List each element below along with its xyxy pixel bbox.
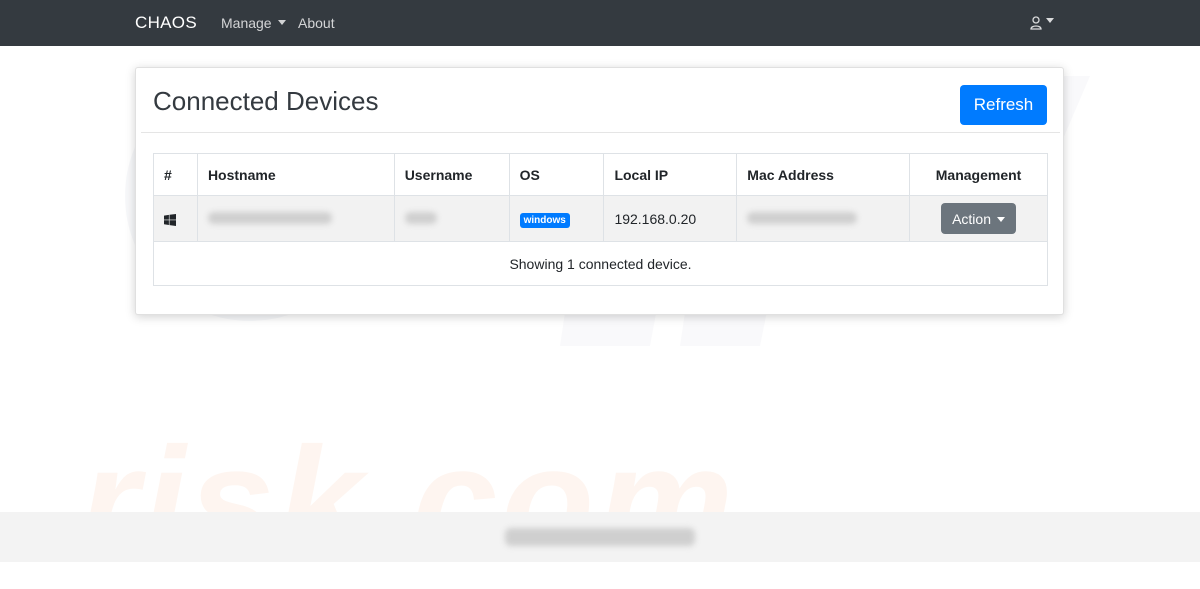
brand-logo[interactable]: CHAOS (135, 13, 197, 33)
management-cell: Action (909, 195, 1048, 242)
top-navbar: CHAOS Manage About (0, 0, 1200, 46)
username-cell (393, 195, 510, 242)
device-os-icon-cell (153, 195, 198, 242)
device-count-text: Showing 1 connected device. (153, 241, 1048, 286)
nav-about-link[interactable]: About (298, 15, 335, 31)
refresh-button[interactable]: Refresh (960, 85, 1047, 125)
column-header-index: # (153, 153, 198, 196)
page-title: Connected Devices (153, 86, 379, 116)
devices-card: Connected Devices Refresh # Hostname Use… (135, 67, 1064, 315)
mac-address-cell (736, 195, 911, 242)
user-icon (1030, 16, 1042, 30)
nav-manage-label: Manage (221, 15, 272, 31)
table-header-row: # Hostname Username OS Local IP Mac Addr… (153, 153, 1048, 196)
column-header-mac-address: Mac Address (736, 153, 911, 196)
divider (141, 132, 1060, 133)
redacted-footer-text (505, 528, 695, 546)
nav-manage-dropdown[interactable]: Manage (221, 15, 286, 31)
watermark-text: risk.com (80, 416, 738, 586)
column-header-local-ip: Local IP (603, 153, 738, 196)
action-dropdown-button[interactable]: Action (941, 203, 1017, 234)
redacted-mac-address (747, 211, 858, 224)
devices-table: # Hostname Username OS Local IP Mac Addr… (153, 153, 1048, 286)
action-button-label: Action (952, 210, 991, 227)
page-footer (0, 512, 1200, 562)
local-ip-cell: 192.168.0.20 (603, 195, 738, 242)
os-badge: windows (519, 212, 570, 228)
table-footer-row: Showing 1 connected device. (153, 241, 1048, 286)
chevron-down-icon (277, 20, 286, 25)
os-cell: windows (508, 195, 605, 242)
hostname-cell (196, 195, 395, 242)
table-row: windows 192.168.0.20 Action (153, 195, 1048, 242)
redacted-username (404, 211, 437, 224)
user-menu-dropdown[interactable] (1030, 14, 1054, 32)
chevron-down-icon (997, 216, 1005, 222)
windows-icon (164, 213, 176, 226)
column-header-management: Management (909, 153, 1048, 196)
column-header-hostname: Hostname (196, 153, 395, 196)
redacted-hostname (207, 211, 332, 224)
column-header-username: Username (393, 153, 510, 196)
column-header-os: OS (508, 153, 605, 196)
chevron-down-icon (1046, 18, 1054, 23)
